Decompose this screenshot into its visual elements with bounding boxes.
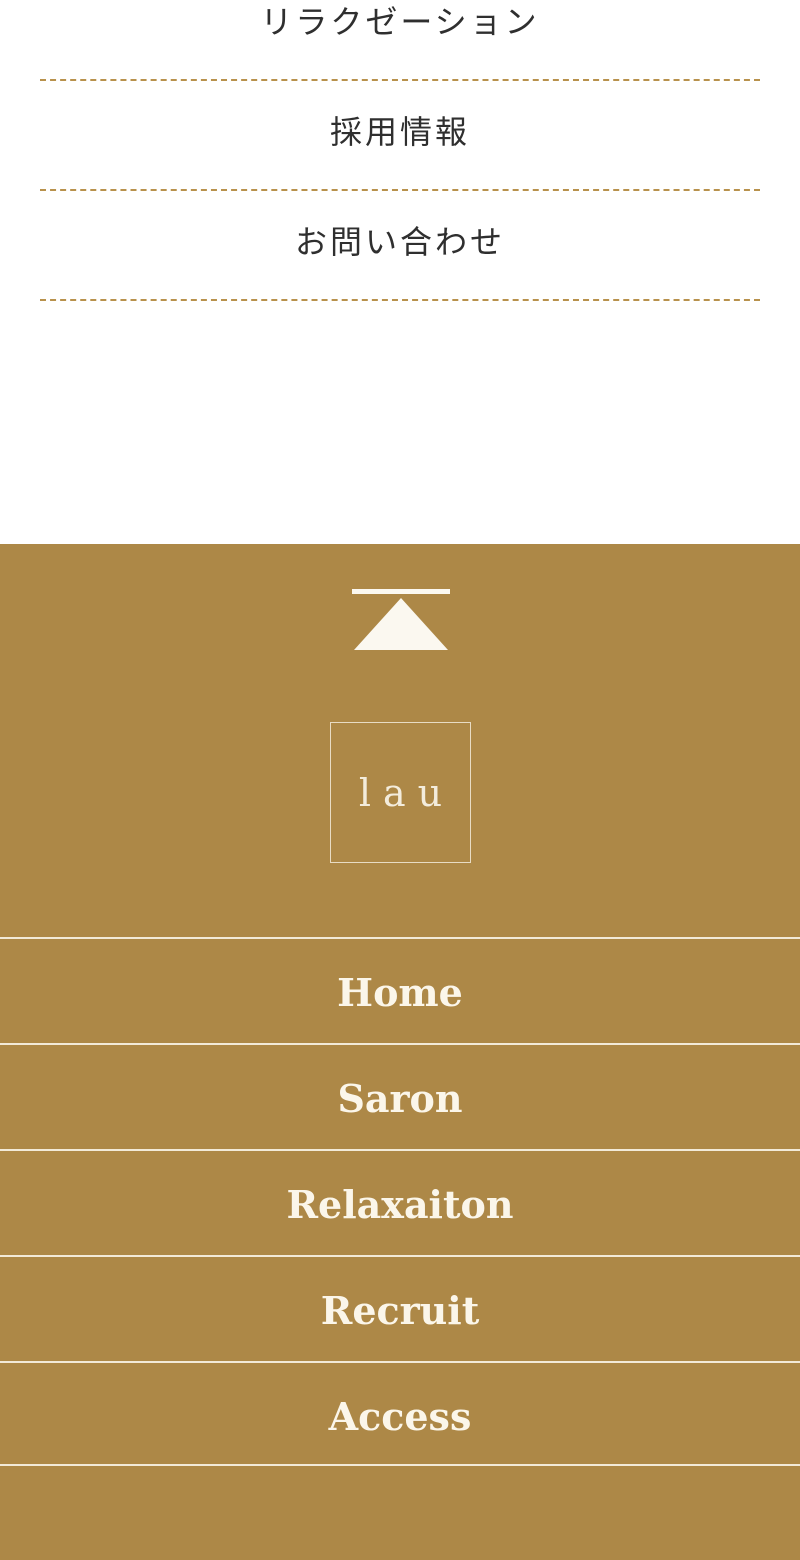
menu-item-relaxation[interactable]: リラクゼーション <box>0 2 800 42</box>
footer-nav-recruit[interactable]: Recruit <box>0 1258 800 1362</box>
footer-nav-divider <box>0 1464 800 1466</box>
logo-text: lau <box>358 770 455 815</box>
back-to-top-button[interactable] <box>352 589 450 651</box>
footer-nav-divider <box>0 1361 800 1363</box>
footer-nav-divider <box>0 1255 800 1257</box>
footer-nav-home[interactable]: Home <box>0 940 800 1044</box>
menu-item-recruit[interactable]: 採用情報 <box>0 112 800 152</box>
menu-divider <box>40 79 760 81</box>
footer-nav-access[interactable]: Access <box>0 1364 800 1468</box>
top-menu: リラクゼーション 採用情報 お問い合わせ <box>0 0 800 544</box>
arrow-up-icon <box>352 589 450 650</box>
menu-item-contact[interactable]: お問い合わせ <box>0 222 800 262</box>
footer-nav-saron[interactable]: Saron <box>0 1046 800 1150</box>
footer-nav-divider <box>0 1043 800 1045</box>
footer-nav-relaxaiton[interactable]: Relaxaiton <box>0 1152 800 1256</box>
menu-divider <box>40 189 760 191</box>
menu-divider <box>40 299 760 301</box>
footer-logo[interactable]: lau <box>330 722 471 863</box>
footer-nav-divider <box>0 937 800 939</box>
footer-nav-divider <box>0 1149 800 1151</box>
